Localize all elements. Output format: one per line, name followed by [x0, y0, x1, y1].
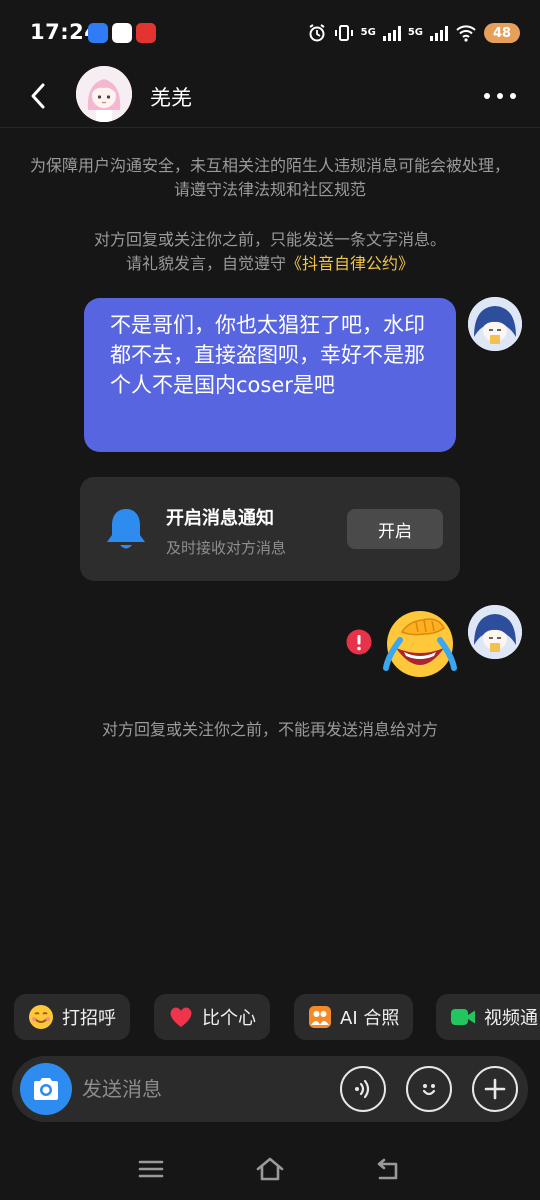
- plus-icon: [484, 1078, 506, 1100]
- self-avatar[interactable]: [468, 297, 522, 351]
- policy-notice-prefix: 请礼貌发言，自觉遵守: [125, 254, 286, 273]
- blocked-notice: 对方回复或关注你之前，不能再发送消息给对方: [101, 720, 438, 739]
- policy-notice-line2: 请礼貌发言，自觉遵守《抖音自律公约》: [30, 252, 510, 276]
- policy-notice: 对方回复或关注你之前，只能发送一条文字消息。 请礼貌发言，自觉遵守《抖音自律公约…: [30, 228, 510, 276]
- quick-reply-ai-photo-label: AI 合照: [340, 1008, 400, 1029]
- battery-indicator: 48: [484, 23, 520, 43]
- emoji-face-icon: [422, 1084, 436, 1096]
- laugh-cry-emoji[interactable]: [382, 604, 458, 680]
- notification-subtitle: 及时接收对方消息: [166, 539, 287, 557]
- alarm-icon: [309, 24, 325, 42]
- video-call-icon: [451, 1009, 475, 1025]
- quick-reply-video[interactable]: 视频通: [436, 994, 540, 1040]
- camera-icon: [34, 1078, 58, 1100]
- policy-notice-line1: 对方回复或关注你之前，只能发送一条文字消息。: [93, 230, 446, 249]
- network-5g-label-2: 5G: [407, 27, 423, 38]
- sent-text-message[interactable]: 不是哥们，你也太猖狂了吧，水印都不去，直接盗图呗，幸好不是那个人不是国内cose…: [84, 298, 456, 452]
- status-bar: 17:24 5G 5G 48: [0, 0, 540, 64]
- contact-avatar-image: [76, 66, 132, 122]
- contact-name[interactable]: 羌羌: [150, 82, 192, 112]
- quick-reply-greet-label: 打招呼: [62, 1008, 116, 1029]
- emoji-button[interactable]: [406, 1066, 452, 1112]
- chevron-left-icon: [31, 83, 45, 109]
- recent-apps-icon[interactable]: [136, 1156, 166, 1182]
- home-icon[interactable]: [255, 1156, 285, 1182]
- quick-reply-heart[interactable]: 比个心: [154, 994, 270, 1040]
- enable-notification-button[interactable]: 开启: [347, 509, 443, 549]
- wifi-icon: [456, 25, 476, 42]
- bell-icon: [107, 509, 145, 549]
- community-pact-link[interactable]: 《抖音自律公约》: [286, 254, 414, 273]
- back-button[interactable]: [18, 76, 58, 116]
- contact-avatar[interactable]: [76, 66, 132, 122]
- voice-wave-icon: [355, 1079, 370, 1099]
- message-input[interactable]: [82, 1069, 332, 1109]
- safety-notice: 为保障用户沟通安全，未互相关注的陌生人违规消息可能会被处理，请遵守法律法规和社区…: [30, 156, 511, 199]
- more-dots-icon: [484, 93, 516, 99]
- vibrate-icon: [334, 25, 353, 41]
- smile-emoji-icon: [29, 1005, 53, 1029]
- shopping-app-icon: [136, 23, 156, 43]
- self-avatar-2[interactable]: [468, 605, 522, 659]
- system-back-icon[interactable]: [374, 1156, 404, 1182]
- message-text: 不是哥们，你也太猖狂了吧，水印都不去，直接盗图呗，幸好不是那个人不是国内cose…: [110, 313, 425, 397]
- voice-button[interactable]: [340, 1066, 386, 1112]
- notification-prompt-card: 开启消息通知 及时接收对方消息 开启: [80, 477, 460, 581]
- self-avatar-image-2: [468, 605, 522, 659]
- chat-header: 羌羌: [0, 64, 540, 128]
- status-icons: 5G 5G 48: [307, 18, 520, 48]
- quick-reply-video-label: 视频通: [484, 1008, 538, 1029]
- qq-app-icon: [112, 23, 132, 43]
- more-options-button[interactable]: [480, 78, 520, 114]
- network-5g-label: 5G: [360, 27, 376, 38]
- notification-app-icon: [88, 23, 108, 43]
- signal-icon-2: [430, 25, 448, 41]
- signal-icon: [382, 25, 401, 41]
- self-avatar-image: [468, 297, 522, 351]
- camera-button[interactable]: [20, 1063, 72, 1115]
- chat-screen: 17:24 5G 5G 48 羌羌 为保障用户沟通安全，未互相关注的陌生人违规消…: [0, 0, 540, 1200]
- notification-title: 开启消息通知: [166, 508, 274, 529]
- heart-icon: [170, 1007, 192, 1027]
- message-input-bar: [12, 1056, 528, 1122]
- system-nav-bar: [0, 1140, 540, 1200]
- quick-reply-bar: 打招呼 比个心 AI 合照 视频通: [14, 994, 540, 1042]
- more-tools-button[interactable]: [472, 1066, 518, 1112]
- quick-reply-ai-photo[interactable]: AI 合照: [294, 994, 414, 1040]
- send-failed-icon[interactable]: [346, 629, 372, 655]
- ai-photo-icon: [309, 1006, 331, 1028]
- quick-reply-heart-label: 比个心: [202, 1008, 256, 1029]
- quick-reply-greet[interactable]: 打招呼: [14, 994, 130, 1040]
